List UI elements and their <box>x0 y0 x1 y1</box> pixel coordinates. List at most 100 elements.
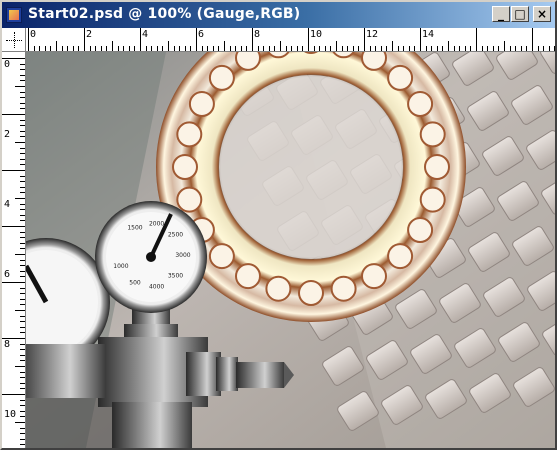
ruler-tick <box>28 28 29 51</box>
ruler-tick <box>20 220 25 222</box>
bearing-ball <box>387 64 414 91</box>
ruler-tick <box>341 46 343 51</box>
ruler-tick <box>100 46 102 51</box>
gauge-scale-label: 2500 <box>168 231 183 238</box>
ruler-tick <box>2 394 25 395</box>
ruler-tick <box>296 46 298 51</box>
ruler-tick <box>20 298 25 300</box>
ruler-tick <box>504 41 505 51</box>
ruler-tick <box>20 399 25 401</box>
ruler-tick <box>156 46 158 51</box>
ruler-tick <box>20 74 25 76</box>
ruler-tick <box>554 46 555 51</box>
vertical-ruler[interactable]: 0 2 4 6 8 10 <box>2 52 26 448</box>
ruler-tick <box>20 321 25 323</box>
ruler-tick <box>20 287 25 289</box>
ruler-tick <box>358 46 360 51</box>
ruler-tick <box>20 438 25 440</box>
ruler-tick <box>263 46 265 51</box>
ruler-tick <box>20 265 25 267</box>
ruler-tick <box>20 444 25 446</box>
ruler-tick <box>2 114 25 115</box>
ruler-tick <box>2 282 25 283</box>
ruler-tick <box>15 142 25 143</box>
bearing-ball <box>208 64 235 91</box>
ruler-tick <box>20 91 25 93</box>
ruler-tick <box>145 46 147 51</box>
ruler-tick <box>20 276 25 278</box>
image-canvas[interactable]: 1500 2000 2500 3000 3500 4000 500 1000 <box>26 52 555 448</box>
ruler-label-left: 0 <box>4 59 11 70</box>
minimize-button[interactable]: _ <box>492 6 510 22</box>
ruler-tick <box>39 46 41 51</box>
ruler-origin-icon[interactable] <box>2 28 26 52</box>
ruler-tick <box>20 192 25 194</box>
bearing-ball <box>424 154 450 180</box>
ruler-tick <box>134 46 136 51</box>
bearing-ball <box>235 263 261 290</box>
ruler-label-top: 8 <box>254 29 261 40</box>
ruler-tick <box>347 46 349 51</box>
ruler-tick <box>20 237 25 239</box>
photoshop-document-icon[interactable] <box>6 7 22 23</box>
ruler-tick <box>448 41 449 51</box>
ruler-tick <box>33 46 35 51</box>
ruler-tick <box>20 354 25 356</box>
ruler-tick <box>425 46 427 51</box>
ruler-tick <box>20 108 25 110</box>
ruler-tick <box>20 315 25 317</box>
close-button[interactable]: × <box>533 6 551 22</box>
bearing-ball <box>208 243 235 270</box>
ruler-label-left: 2 <box>4 129 11 140</box>
bearing-ball <box>265 275 292 302</box>
ruler-tick <box>20 410 25 412</box>
ruler-tick <box>20 130 25 132</box>
ruler-label-left: 8 <box>4 339 11 350</box>
ruler-label-top: 0 <box>30 29 37 40</box>
ruler-tick <box>162 46 164 51</box>
ruler-tick <box>20 147 25 149</box>
ruler-tick <box>20 343 25 345</box>
bearing-ball <box>176 186 203 213</box>
maximize-button[interactable]: □ <box>511 6 529 22</box>
ruler-tick <box>67 46 69 51</box>
ruler-tick <box>2 170 25 171</box>
ruler-tick <box>20 259 25 261</box>
ruler-tick <box>492 46 494 51</box>
ruler-tick <box>481 46 483 51</box>
canvas-image: 1500 2000 2500 3000 3500 4000 500 1000 <box>26 52 555 448</box>
bearing-ball <box>172 154 198 180</box>
ruler-tick <box>95 46 97 51</box>
ruler-tick <box>20 416 25 418</box>
ruler-tick <box>20 332 25 334</box>
ruler-tick <box>20 203 25 205</box>
ruler-tick <box>324 46 326 51</box>
ruler-tick <box>20 433 25 435</box>
ruler-tick <box>470 46 472 51</box>
ruler-tick <box>112 41 113 51</box>
ruler-tick <box>140 28 141 51</box>
bearing-ball <box>188 91 215 117</box>
ruler-tick <box>20 388 25 390</box>
ruler-tick <box>89 46 91 51</box>
ruler-label-top: 2 <box>86 29 93 40</box>
ruler-tick <box>218 46 220 51</box>
ruler-tick <box>173 46 175 51</box>
ruler-tick <box>246 46 248 51</box>
ruler-tick <box>201 46 203 51</box>
ruler-tick <box>168 41 169 51</box>
ruler-tick <box>20 349 25 351</box>
ruler-tick <box>184 46 186 51</box>
ruler-label-top: 6 <box>198 29 205 40</box>
horizontal-ruler[interactable]: 0 2 4 6 8 10 12 14 <box>26 28 555 52</box>
bearing-ball <box>361 263 387 290</box>
ruler-tick <box>20 209 25 211</box>
title-bar[interactable]: Start02.psd @ 100% (Gauge,RGB) _ □ × <box>2 2 555 28</box>
ruler-tick <box>212 46 214 51</box>
ruler-tick <box>414 46 416 51</box>
ruler-tick <box>15 422 25 423</box>
ruler-tick <box>20 427 25 429</box>
ruler-tick <box>240 46 242 51</box>
ruler-tick <box>476 28 477 51</box>
ruler-tick <box>106 46 108 51</box>
